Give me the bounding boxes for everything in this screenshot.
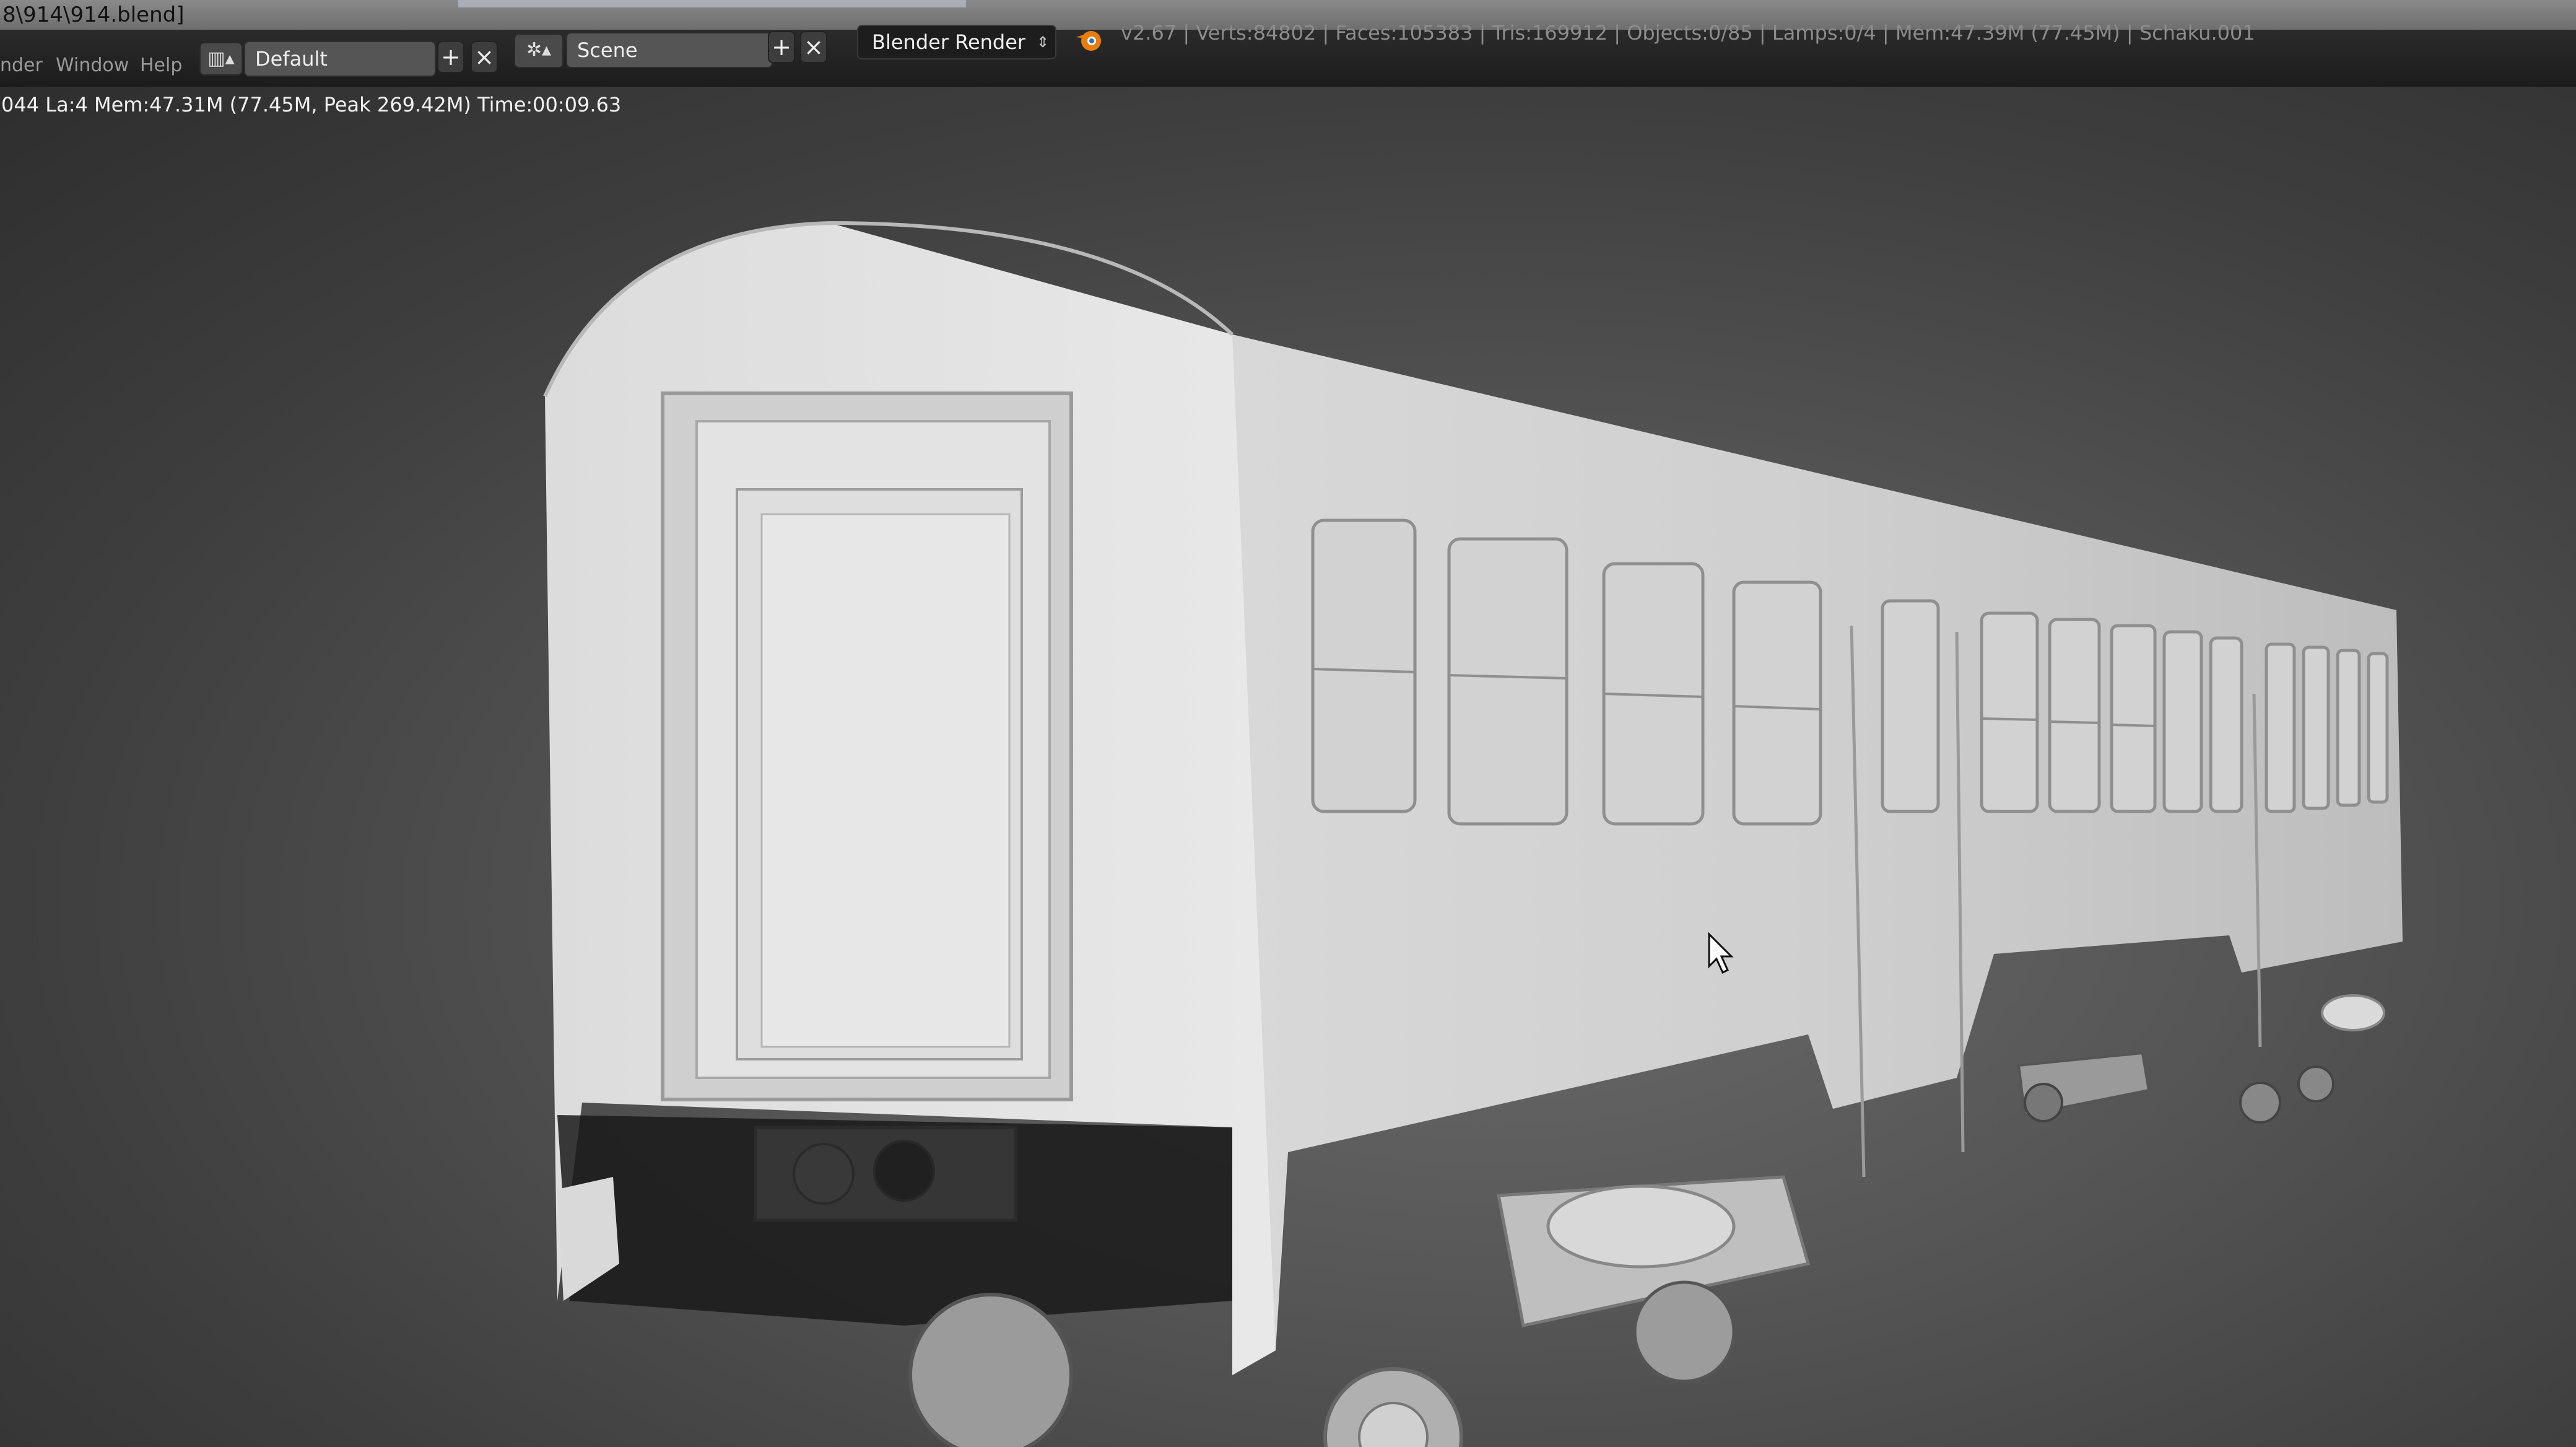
screen-layout-icon[interactable]: ▥▴ <box>199 42 243 76</box>
window <box>1980 611 2039 813</box>
render-engine-label: Blender Render <box>872 30 1026 54</box>
window <box>2265 642 2296 813</box>
window <box>2110 624 2157 813</box>
remove-screen-button[interactable]: × <box>471 41 498 73</box>
chevron-updown-icon: ⇕ <box>1036 33 1049 51</box>
add-scene-button[interactable]: + <box>768 31 795 63</box>
window <box>2302 645 2330 810</box>
window <box>2162 630 2203 813</box>
window <box>2367 652 2389 804</box>
window <box>2048 618 2101 813</box>
scene-field[interactable]: Scene <box>566 32 773 68</box>
blender-logo-icon <box>1076 31 1101 51</box>
render-engine-select[interactable]: Blender Render ⇕ <box>857 25 1056 59</box>
front-bogie <box>1323 1175 1811 1447</box>
menu-render[interactable]: nder <box>0 55 43 76</box>
underbody-shadow <box>557 1115 1232 1326</box>
titlebar-highlight <box>458 0 966 7</box>
info-header: nder Window Help ▥▴ Default + × ✲▴ Scene… <box>0 21 2576 87</box>
scene-statistics: v2.67 | Verts:84802 | Faces:105383 | Tri… <box>1121 21 2255 45</box>
add-screen-button[interactable]: + <box>437 41 464 73</box>
door-glass <box>760 513 1011 1048</box>
train-car-model <box>543 221 2403 1447</box>
3d-viewport[interactable] <box>0 87 2576 1447</box>
menu-window[interactable]: Window <box>56 55 129 76</box>
window <box>2336 649 2361 807</box>
end-wheel <box>908 1293 1073 1447</box>
side-wall <box>1232 334 2403 1375</box>
window-title: 8\914\914.blend] <box>2 2 185 27</box>
scene-icon[interactable]: ✲▴ <box>514 33 564 68</box>
window <box>1447 537 1569 826</box>
screen-layout-field[interactable]: Default <box>244 41 436 77</box>
rear-bogie <box>2017 994 2385 1124</box>
window <box>2209 636 2243 813</box>
window <box>1732 580 1822 826</box>
render-info-overlay: 044 La:4 Mem:47.31M (77.45M, Peak 269.42… <box>1 93 622 116</box>
menu-help[interactable]: Help <box>140 55 182 76</box>
window <box>1881 599 1940 813</box>
remove-scene-button[interactable]: × <box>800 31 827 63</box>
window <box>1311 518 1417 813</box>
